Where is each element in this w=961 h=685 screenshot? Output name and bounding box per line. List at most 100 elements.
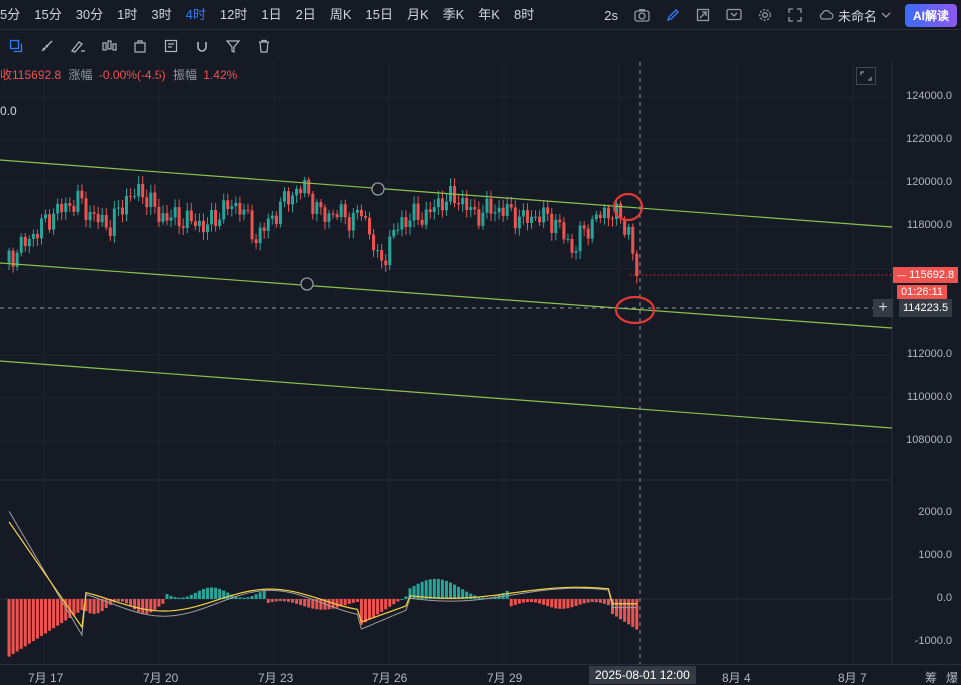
candle-body [380,250,384,261]
channel-lower-line [0,360,893,429]
candle-body [96,213,100,223]
candle-body [52,213,56,230]
macd-bar [15,599,19,652]
candle-body [39,218,43,239]
macd-dif-line [8,511,637,637]
macd-group [0,511,892,657]
candle-body [100,214,104,223]
candle-body [578,225,582,252]
candle-body [19,236,23,253]
macd-bar [380,599,384,612]
macd-bar [570,599,574,608]
candle-body [416,203,420,220]
crosshair-price-tag: 114223.5 [899,299,953,317]
candle-body [546,207,550,214]
candle-body [266,218,270,231]
macd-bar [586,599,590,603]
candle-body [538,216,542,223]
candle-body [465,198,469,210]
macd-bar [48,599,52,631]
candle-body [481,212,485,226]
macd-bar [39,599,43,636]
chips-label[interactable]: 筹 [925,669,937,685]
macd-bar [165,594,169,599]
candle-body [72,205,76,212]
candle-body [542,207,546,223]
candle-body [461,198,465,205]
macd-bar [509,599,513,607]
candle-body [521,210,525,217]
candle-body [230,206,234,210]
candle-body [173,207,177,218]
liquidation-label[interactable]: 爆 [946,669,958,685]
macd-bar [7,599,11,657]
macd-bar [125,599,128,604]
candle-body [116,207,120,209]
macd-bar [623,599,627,622]
macd-bar [327,599,331,610]
candle-body [590,219,594,239]
date-label: 8月 7 [838,671,867,685]
candle-body [428,209,432,213]
price-axis-label: 122000.0 [906,133,952,145]
candle-body [392,229,396,237]
macd-bar [254,594,258,599]
macd-bar [193,592,197,599]
candle-body [586,228,590,239]
macd-bar [145,599,149,614]
macd-bar [432,578,436,599]
candle-body [141,183,145,198]
candle-body [347,217,351,231]
macd-bar [449,582,452,599]
macd-bar [372,599,376,618]
candle-body [274,215,278,224]
channel-anchor-handle [371,182,385,196]
candle-body [570,238,574,253]
channel-upper-line [0,159,893,228]
candle-body [368,217,371,235]
macd-bar [627,599,631,625]
candle-body [319,202,323,208]
countdown-tag: 01:26:11 [897,285,948,299]
macd-bar [590,599,594,603]
overlays-group [0,62,893,664]
candle-body [262,227,266,231]
candle-body [291,195,295,205]
price-chart[interactable] [0,0,961,685]
macd-bar [598,599,602,603]
candle-body [355,209,359,213]
candle-body [254,239,258,244]
candle-body [68,203,72,206]
macd-bar [606,599,610,606]
add-order-plus-icon[interactable]: + [873,299,893,317]
candle-body [206,224,209,233]
candle-body [303,179,307,194]
current-price-value: 115692.8 [909,269,955,281]
macd-bar [80,599,84,611]
candle-body [554,219,558,233]
macd-bar [76,599,80,613]
channel-middle-line [0,262,893,329]
candle-body [31,233,35,240]
macd-bar [303,599,307,607]
macd-bar [238,597,242,599]
candle-body [226,200,230,210]
macd-bar [116,599,120,602]
date-label: 7月 26 [372,671,408,685]
macd-bar [153,599,157,610]
candle-body [598,214,602,218]
candle-body [384,260,388,266]
macd-bar [444,580,448,599]
macd-bar [582,599,586,604]
macd-bar [594,599,598,603]
candle-body [376,250,380,252]
macd-bar [214,587,218,599]
macd-bar [242,597,246,599]
macd-bar [157,599,161,607]
candle-body [104,214,108,228]
macd-bar [550,599,554,608]
candle-body [574,251,578,253]
candle-body [165,213,169,221]
candle-body [444,201,448,211]
date-label: 7月 20 [143,671,179,685]
